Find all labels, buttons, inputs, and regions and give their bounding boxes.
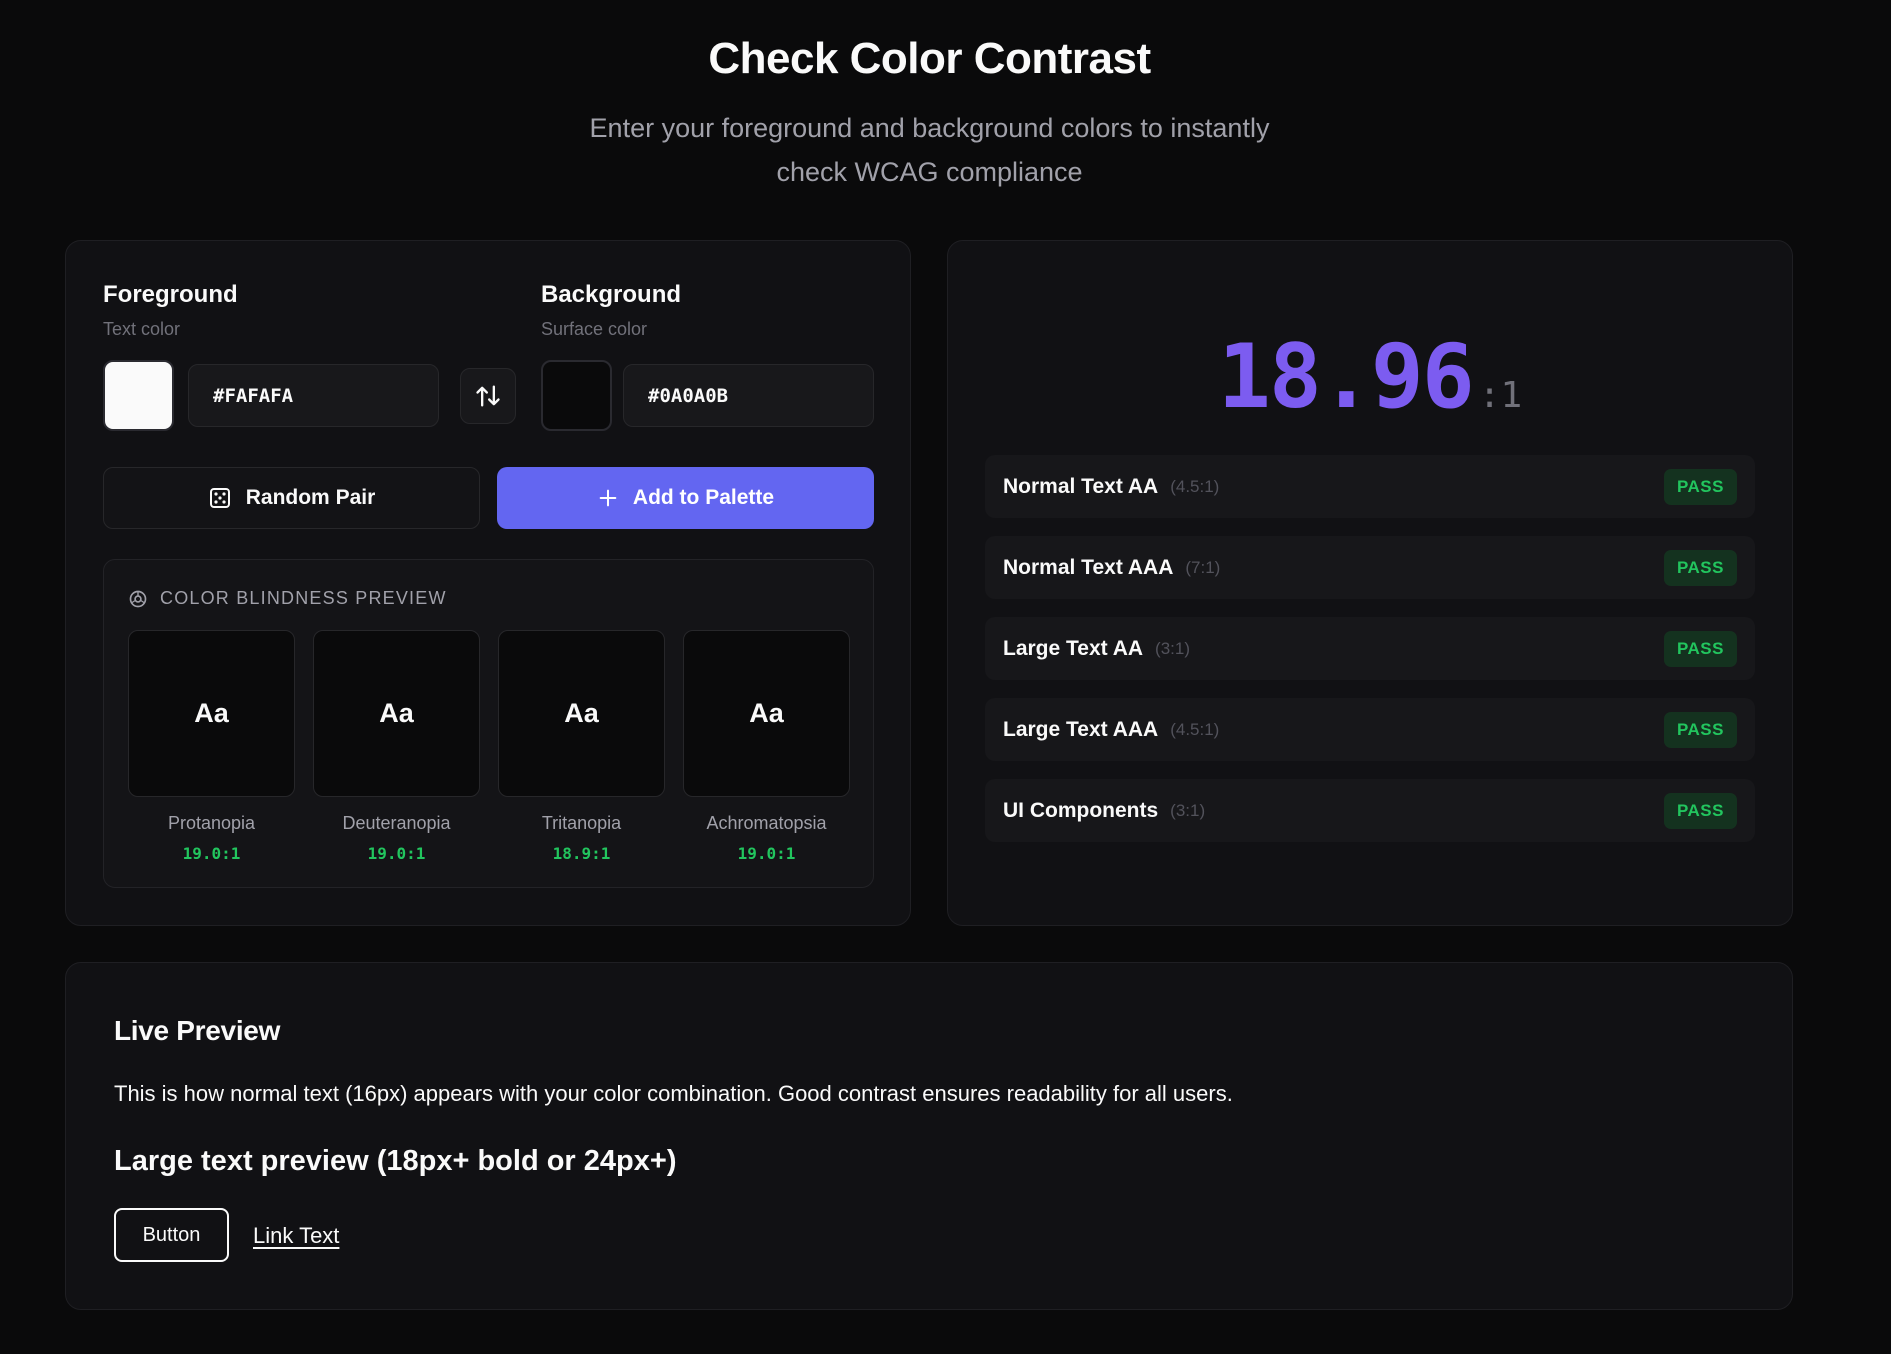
cb-name: Deuteranopia	[342, 813, 451, 833]
status-badge: PASS	[1663, 468, 1737, 505]
check-row-normal-aa: Normal Text AA (4.5:1) PASS	[985, 455, 1755, 518]
dice-icon	[209, 488, 230, 508]
check-row-large-aaa: Large Text AAA (4.5:1) PASS	[985, 698, 1755, 761]
cb-sample: Aa	[128, 630, 295, 797]
color-blindness-title: COLOR BLINDNESS PREVIEW	[160, 588, 447, 608]
foreground-hex-input[interactable]	[188, 364, 439, 427]
check-requirement: (4.5:1)	[1170, 476, 1220, 496]
cb-ratio: 19.0:1	[737, 844, 796, 863]
check-name: Normal Text AAA	[1003, 555, 1174, 579]
contrast-result-card: 18.96:1 Normal Text AA (4.5:1) PASS Norm…	[947, 240, 1793, 926]
live-preview-large-text: Large text preview (18px+ bold or 24px+)	[114, 1145, 677, 1177]
foreground-sublabel: Text color	[103, 319, 181, 339]
add-to-palette-label: Add to Palette	[632, 486, 775, 509]
status-badge: PASS	[1663, 630, 1737, 667]
plus-icon	[599, 489, 617, 507]
contrast-ratio-display: 18.96:1	[948, 325, 1792, 428]
check-name: Large Text AA	[1003, 636, 1144, 660]
random-pair-button[interactable]: Random Pair	[103, 467, 480, 529]
live-preview-normal-text: This is how normal text (16px) appears w…	[114, 1081, 1233, 1106]
background-swatch[interactable]	[541, 360, 612, 431]
contrast-ratio-suffix: :1	[1478, 375, 1523, 416]
live-preview-title: Live Preview	[114, 1015, 281, 1046]
check-name: UI Components	[1003, 798, 1159, 822]
check-name: Normal Text AA	[1003, 474, 1159, 498]
check-row-large-aa: Large Text AA (3:1) PASS	[985, 617, 1755, 680]
status-badge: PASS	[1663, 711, 1737, 748]
check-row-ui-components: UI Components (3:1) PASS	[985, 779, 1755, 842]
background-picker: Background Surface color	[541, 281, 681, 340]
cb-tile-achromatopsia: Aa Achromatopsia 19.0:1	[683, 630, 850, 863]
cb-ratio: 19.0:1	[182, 844, 241, 863]
cb-sample: Aa	[683, 630, 850, 797]
cb-tile-deuteranopia: Aa Deuteranopia 19.0:1	[313, 630, 480, 863]
page-subtitle: Enter your foreground and background col…	[589, 113, 1270, 187]
background-label: Background	[541, 281, 682, 308]
swap-vertical-icon	[476, 385, 500, 407]
preview-link[interactable]: Link Text	[253, 1223, 339, 1249]
status-badge: PASS	[1663, 549, 1737, 586]
check-requirement: (4.5:1)	[1170, 719, 1220, 739]
cb-ratio: 19.0:1	[367, 844, 426, 863]
random-pair-label: Random Pair	[245, 486, 376, 509]
check-name: Large Text AAA	[1003, 717, 1159, 741]
foreground-swatch[interactable]	[103, 360, 174, 431]
background-hex-input[interactable]	[623, 364, 874, 427]
color-blindness-header: COLOR BLINDNESS PREVIEW	[128, 588, 447, 609]
contrast-ratio-value: 18.96	[1217, 325, 1475, 428]
cb-name: Tritanopia	[541, 813, 622, 833]
status-badge: PASS	[1663, 792, 1737, 829]
check-requirement: (3:1)	[1155, 638, 1190, 658]
color-input-card: Foreground Text color Background Surface…	[65, 240, 911, 926]
cb-ratio: 18.9:1	[552, 844, 611, 863]
add-to-palette-button[interactable]: Add to Palette	[497, 467, 874, 529]
cb-tile-protanopia: Aa Protanopia 19.0:1	[128, 630, 295, 863]
cb-tile-tritanopia: Aa Tritanopia 18.9:1	[498, 630, 665, 863]
color-blindness-panel: COLOR BLINDNESS PREVIEW Aa Protanopia 19…	[103, 559, 874, 888]
live-preview-card: Live Preview This is how normal text (16…	[65, 962, 1793, 1310]
eye-icon	[129, 590, 147, 607]
foreground-picker: Foreground Text color	[103, 281, 238, 340]
check-row-normal-aaa: Normal Text AAA (7:1) PASS	[985, 536, 1755, 599]
cb-sample: Aa	[498, 630, 665, 797]
preview-button[interactable]: Button	[114, 1208, 229, 1262]
swap-colors-button[interactable]	[460, 368, 516, 424]
page-title: Check Color Contrast	[708, 34, 1151, 83]
check-requirement: (7:1)	[1185, 557, 1221, 577]
background-sublabel: Surface color	[541, 319, 648, 339]
cb-name: Protanopia	[167, 813, 256, 833]
foreground-label: Foreground	[103, 281, 238, 308]
cb-name: Achromatopsia	[706, 813, 827, 833]
check-requirement: (3:1)	[1170, 800, 1206, 820]
cb-sample: Aa	[313, 630, 480, 797]
